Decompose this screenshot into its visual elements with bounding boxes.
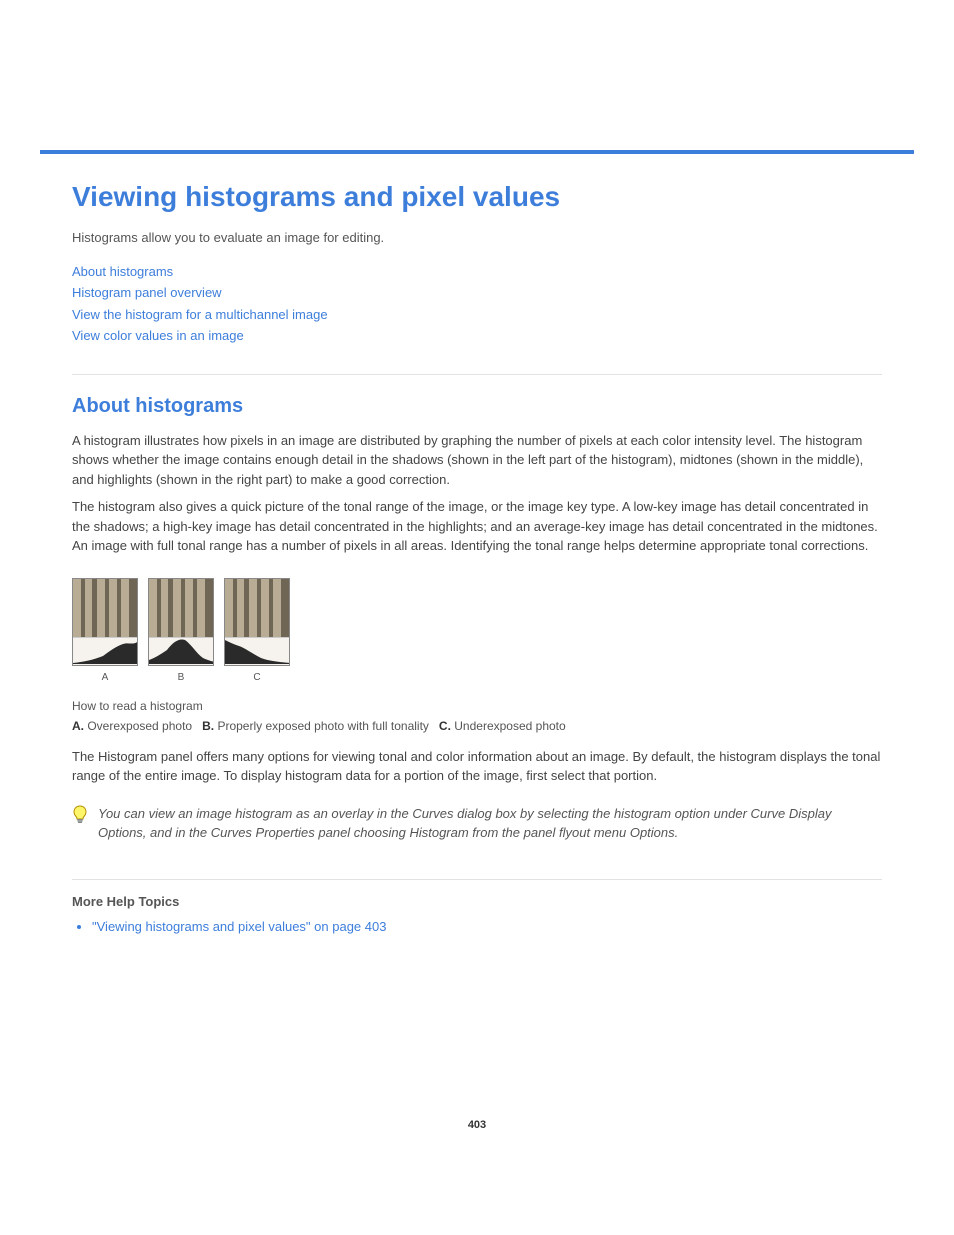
- more-help-link[interactable]: "Viewing histograms and pixel values" on…: [92, 917, 882, 937]
- figure-item-b-text: Properly exposed photo with full tonalit…: [217, 719, 428, 733]
- histogram-figure: A: [72, 578, 882, 685]
- header-rule: [40, 150, 914, 154]
- figure-item-a-text: Overexposed photo: [87, 719, 192, 733]
- nav-link-about-histograms[interactable]: About histograms: [72, 262, 882, 282]
- figure-label-b: B: [148, 670, 214, 685]
- nav-link-histogram-panel-overview[interactable]: Histogram panel overview: [72, 283, 882, 303]
- figure-item-a-key: A.: [72, 719, 84, 733]
- figure-item-c-key: C.: [439, 719, 451, 733]
- histogram-underexposed-icon: [225, 636, 290, 664]
- heading-about-histograms: About histograms: [72, 391, 882, 421]
- about-paragraph-1: A histogram illustrates how pixels in an…: [72, 431, 882, 490]
- figure-thumb-b: B: [148, 578, 214, 685]
- figure-caption-items: A. Overexposed photo B. Properly exposed…: [72, 717, 882, 735]
- figure-thumb-a: A: [72, 578, 138, 685]
- figure-thumb-c: C: [224, 578, 290, 685]
- more-help-title: More Help Topics: [72, 892, 882, 912]
- figure-item-b-key: B.: [202, 719, 214, 733]
- tip-text: You can view an image histogram as an ov…: [98, 804, 882, 843]
- figure-label-a: A: [72, 670, 138, 685]
- about-paragraph-2: The histogram also gives a quick picture…: [72, 497, 882, 556]
- histogram-proper-icon: [149, 636, 214, 664]
- lightbulb-icon: [72, 805, 88, 825]
- page-title: Viewing histograms and pixel values: [72, 176, 882, 218]
- nav-link-view-color-values[interactable]: View color values in an image: [72, 326, 882, 346]
- about-paragraph-3: The Histogram panel offers many options …: [72, 747, 882, 786]
- nav-link-view-multichannel[interactable]: View the histogram for a multichannel im…: [72, 305, 882, 325]
- figure-label-c: C: [224, 670, 290, 685]
- more-help-section: More Help Topics "Viewing histograms and…: [72, 879, 882, 937]
- page-number: 403: [0, 1117, 954, 1134]
- figure-caption-title: How to read a histogram: [72, 697, 882, 715]
- figure-item-c-text: Underexposed photo: [454, 719, 565, 733]
- page-intro: Histograms allow you to evaluate an imag…: [72, 228, 882, 248]
- tip-note: You can view an image histogram as an ov…: [72, 804, 882, 843]
- section-divider: [72, 374, 882, 375]
- histogram-overexposed-icon: [73, 636, 138, 664]
